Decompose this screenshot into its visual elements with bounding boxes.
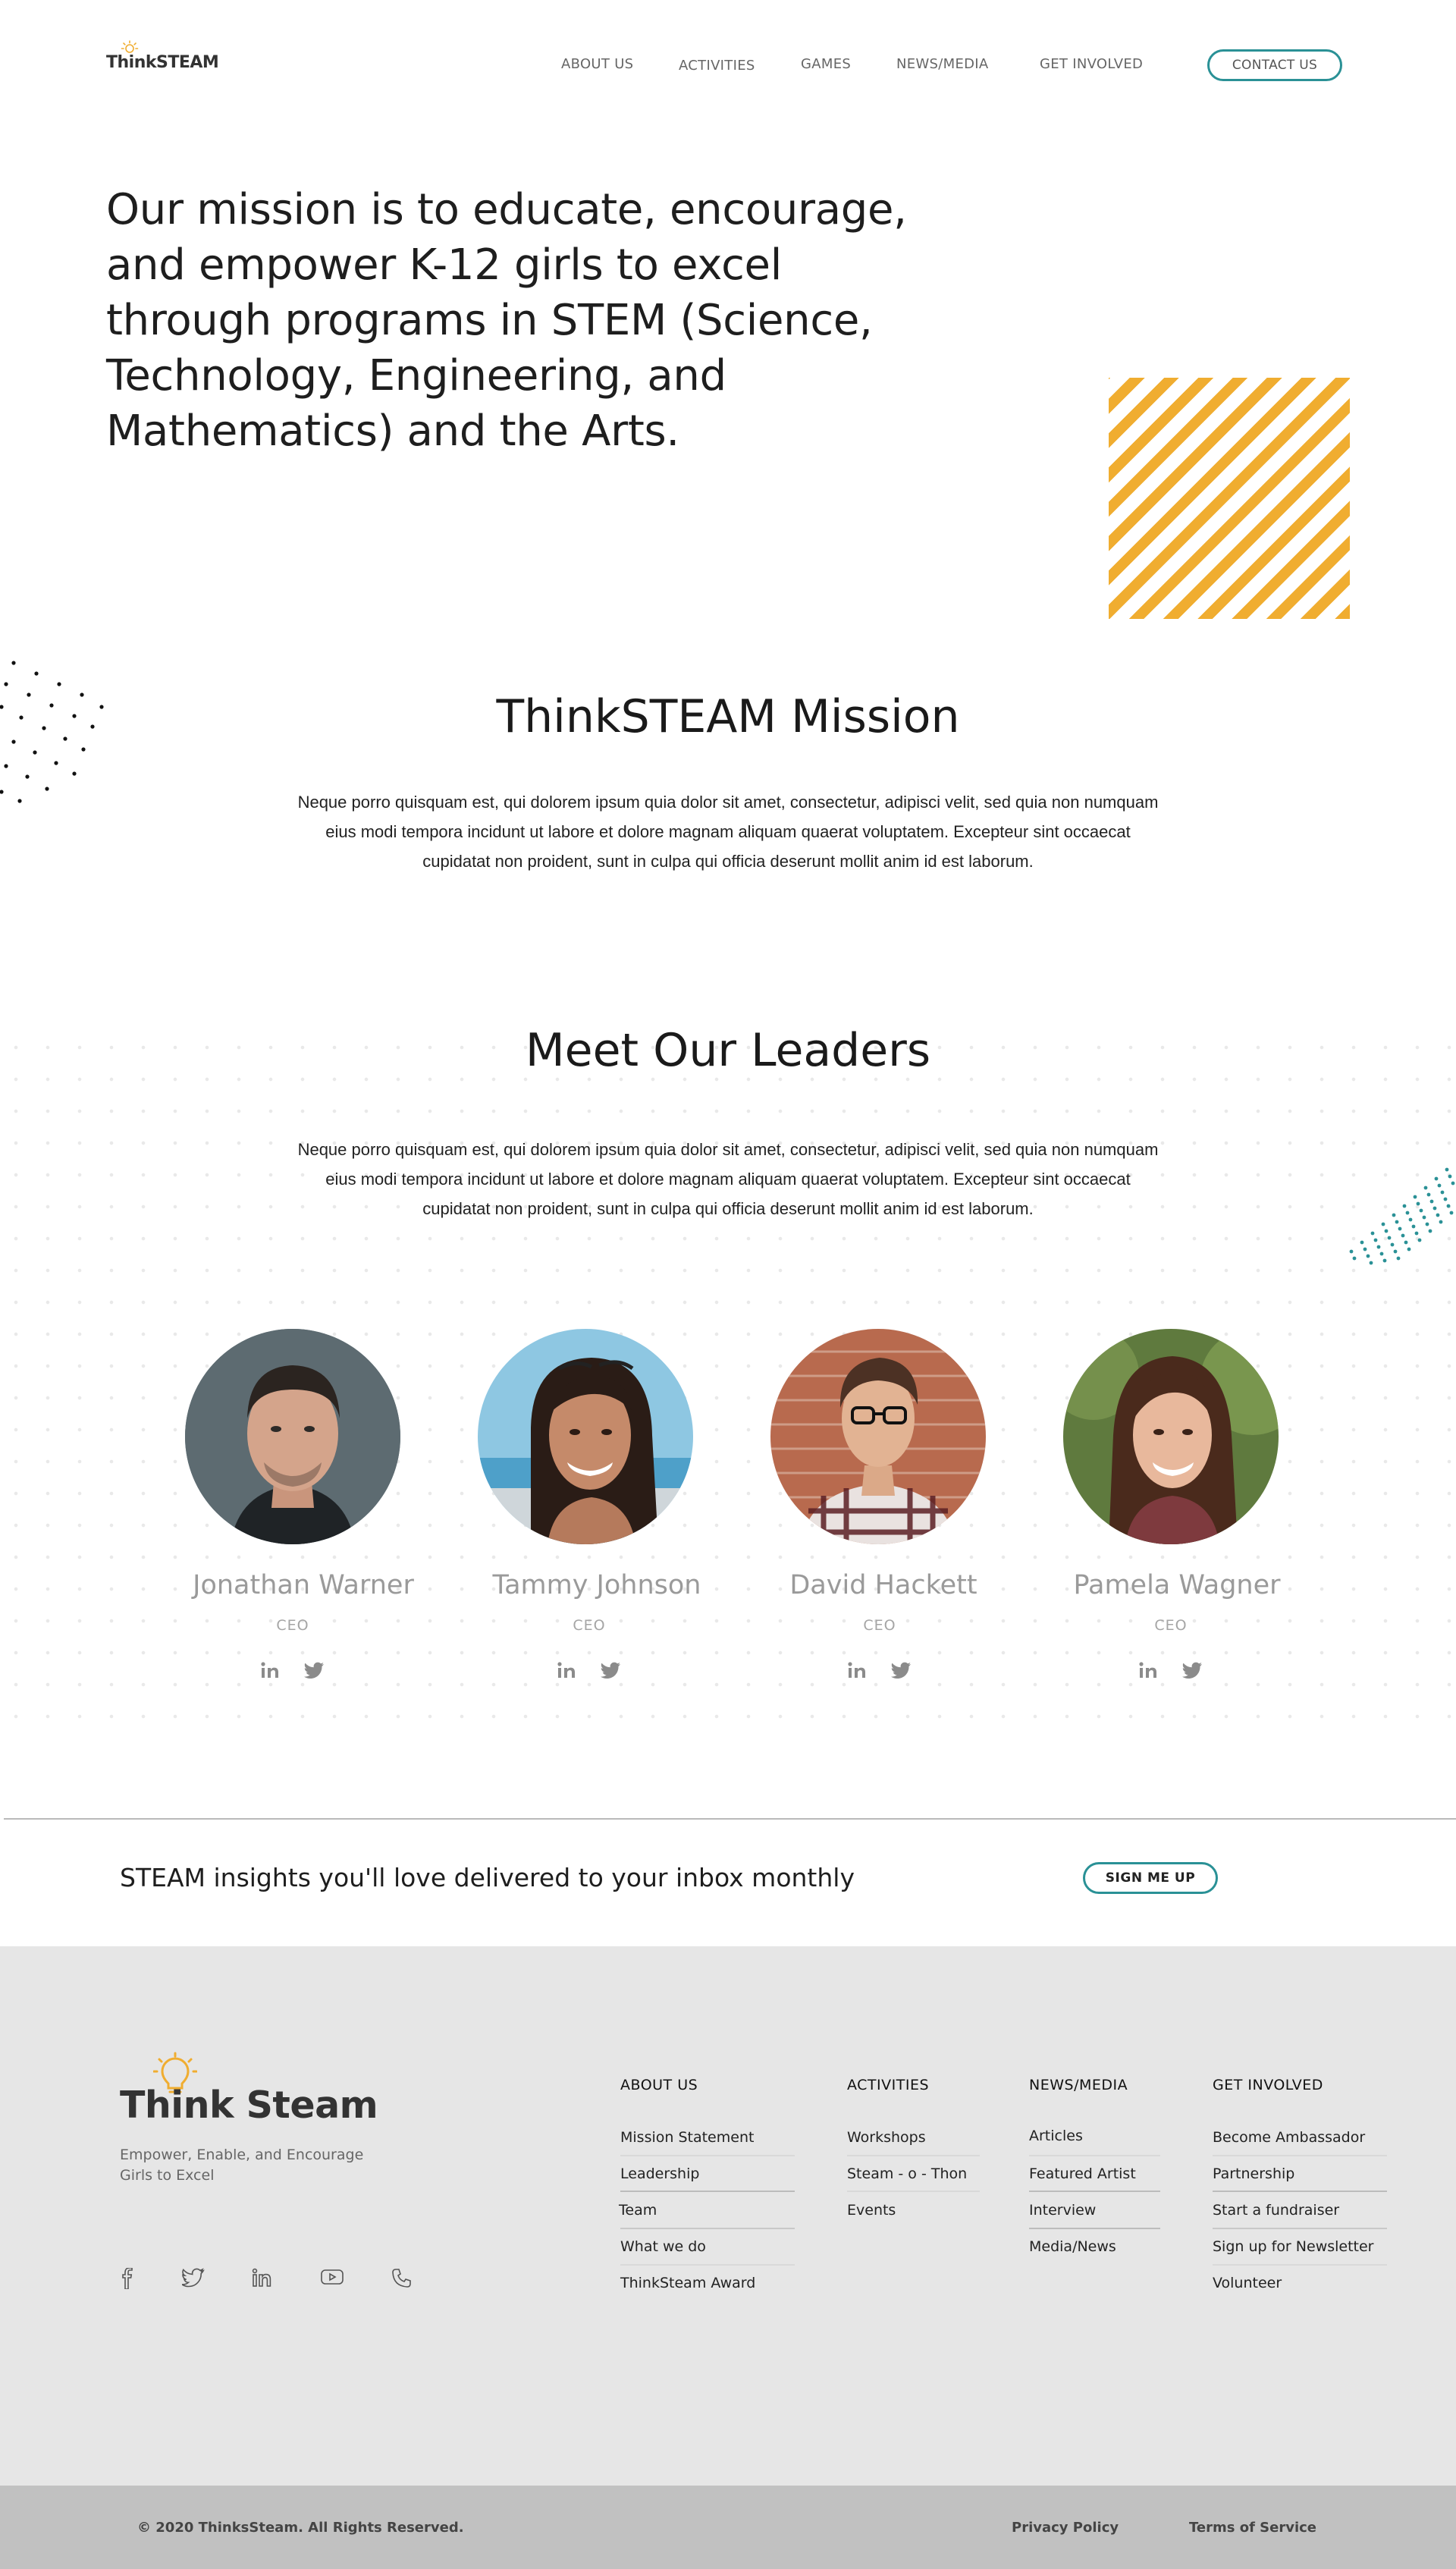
avatar [478,1329,693,1544]
site-header: ThinkSTEAM ABOUT US ACTIVITIES GAMES NEW… [0,0,1456,129]
nav-about-us[interactable]: ABOUT US [561,56,633,72]
logo-text: ThinkSTEAM [106,53,219,72]
decorative-stripes [1109,378,1350,619]
section-divider [4,1818,1456,1820]
footer-link-featured-artist[interactable]: Featured Artist [1029,2165,1136,2182]
leader-name: Pamela Wagner [1073,1570,1281,1600]
footer-divider [1213,2264,1387,2266]
nav-get-involved[interactable]: GET INVOLVED [1040,56,1143,72]
nav-news-media[interactable]: NEWS/MEDIA [896,56,989,72]
leader-social [736,1661,1024,1683]
footer-link-interview[interactable]: Interview [1029,2202,1096,2219]
twitter-icon[interactable] [891,1661,912,1683]
footer-link-mission-statement[interactable]: Mission Statement [620,2129,754,2146]
footer-divider [1029,2155,1160,2156]
terms-of-service-link[interactable]: Terms of Service [1189,2520,1316,2536]
linkedin-icon[interactable] [260,1661,281,1683]
avatar [185,1329,400,1544]
footer-heading-news-media: NEWS/MEDIA [1029,2077,1128,2093]
leaders-title: Meet Our Leaders [525,1024,931,1077]
footer-divider [620,2264,795,2266]
avatar [1063,1329,1279,1544]
hero-mission-statement: Our mission is to educate, encourage, an… [106,185,907,456]
twitter-icon[interactable] [1182,1661,1203,1683]
linkedin-icon[interactable] [252,2268,273,2291]
youtube-icon[interactable] [320,2268,344,2290]
footer-link-events[interactable]: Events [847,2202,896,2219]
footer-heading-activities: ACTIVITIES [847,2077,930,2093]
nav-activities[interactable]: ACTIVITIES [679,58,755,74]
footer-link-leadership[interactable]: Leadership [620,2165,699,2182]
linkedin-icon[interactable] [1138,1661,1159,1683]
footer-divider [620,2228,795,2229]
footer-link-what-we-do[interactable]: What we do [620,2238,706,2255]
twitter-icon[interactable] [304,1661,325,1683]
twitter-icon[interactable] [601,1661,622,1683]
leader-role: CEO [573,1617,606,1634]
footer-divider [1213,2191,1387,2192]
footer-heading-about-us: ABOUT US [620,2077,698,2093]
footer-divider [1029,2191,1160,2192]
footer-link-media-news[interactable]: Media/News [1029,2238,1116,2255]
footer-divider [1029,2228,1160,2229]
footer-link-volunteer[interactable]: Volunteer [1213,2275,1282,2291]
footer-link-become-ambassador[interactable]: Become Ambassador [1213,2129,1365,2146]
footer-link-steam-o-thon[interactable]: Steam - o - Thon [847,2165,967,2182]
footer-heading-get-involved: GET INVOLVED [1213,2077,1323,2093]
footer-link-workshops[interactable]: Workshops [847,2129,926,2146]
newsletter-tagline: STEAM insights you'll love delivered to … [120,1863,855,1892]
footer-divider [1213,2228,1387,2229]
footer-link-articles[interactable]: Articles [1029,2128,1083,2144]
leader-role: CEO [1154,1617,1188,1634]
linkedin-icon[interactable] [557,1661,578,1683]
leader-role: CEO [276,1617,309,1634]
footer-logo-text: Think Steam [120,2084,378,2127]
footer-link-partnership[interactable]: Partnership [1213,2165,1294,2182]
leader-name: Jonathan Warner [193,1570,414,1600]
footer-link-start-a-fundraiser[interactable]: Start a fundraiser [1213,2202,1339,2219]
footer-link-team[interactable]: Team [619,2202,657,2219]
mission-title: ThinkSTEAM Mission [496,690,960,743]
leaders-body: Neque porro quisquam est, qui dolorem ip… [297,1140,1159,1218]
footer-link-sign-up-newsletter[interactable]: Sign up for Newsletter [1213,2238,1374,2255]
privacy-policy-link[interactable]: Privacy Policy [1012,2520,1119,2536]
footer-tagline: Empower, Enable, and Encourage Girls to … [120,2147,364,2184]
decorative-dots-right [1349,1167,1455,1265]
nav-games[interactable]: GAMES [801,56,851,72]
leader-name: David Hackett [789,1570,977,1600]
leader-social [445,1661,733,1683]
twitter-icon[interactable] [180,2268,205,2291]
mission-body: Neque porro quisquam est, qui dolorem ip… [297,793,1159,871]
footer-divider [1213,2155,1387,2156]
contact-us-button[interactable]: CONTACT US [1207,49,1342,81]
linkedin-icon[interactable] [847,1661,868,1683]
sign-me-up-button[interactable]: SIGN ME UP [1083,1862,1218,1894]
leader-role: CEO [863,1617,896,1634]
footer-divider [847,2155,980,2156]
copyright-text: © 2020 ThinksSteam. All Rights Reserved. [137,2520,464,2536]
footer-divider [847,2191,980,2192]
phone-icon[interactable] [391,2268,412,2293]
facebook-icon[interactable] [120,2267,135,2293]
footer-link-thinksteam-award[interactable]: ThinkSteam Award [620,2275,755,2291]
leader-social [149,1661,437,1683]
leader-name: Tammy Johnson [492,1570,701,1600]
footer-divider [620,2191,795,2192]
avatar [770,1329,986,1544]
leader-social [1027,1661,1315,1683]
footer-divider [620,2155,795,2156]
